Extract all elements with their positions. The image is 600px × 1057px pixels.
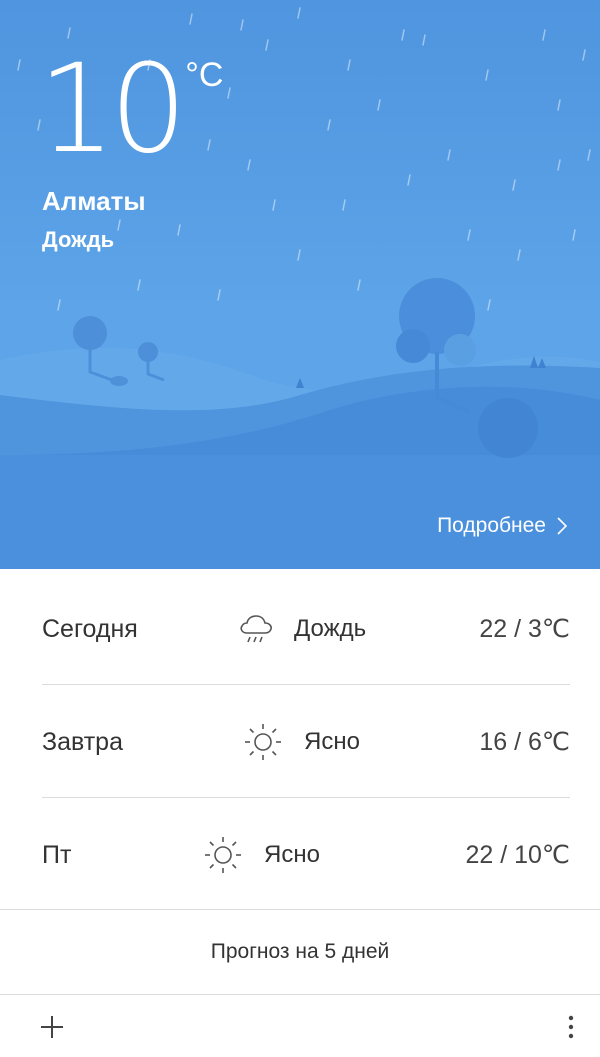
temperature-unit: °C [185, 56, 224, 94]
chevron-right-icon [557, 517, 568, 535]
weather-screen: 10 °C Алматы Дождь Подробнее Сегодня Дож… [0, 0, 600, 1057]
details-link[interactable]: Подробнее [437, 514, 568, 538]
forecast-condition-label: Дождь [294, 615, 367, 642]
row-divider [42, 797, 570, 798]
forecast-day: Завтра [42, 727, 123, 756]
details-label: Подробнее [437, 514, 546, 537]
bottom-bar [0, 995, 600, 1057]
cloud-rain-icon [240, 615, 272, 643]
forecast-day: Пт [42, 840, 72, 869]
sun-icon [205, 837, 241, 873]
forecast-temps: 16 / 6℃ [479, 728, 570, 756]
forecast-day: Сегодня [42, 614, 138, 643]
forecast-row-tomorrow[interactable]: Завтра Ясно 16 / 6℃ [42, 686, 570, 798]
forecast-row-friday[interactable]: Пт Ясно 22 / 10℃ [42, 799, 570, 911]
current-condition: Дождь [42, 227, 115, 252]
forecast-condition: Дождь [238, 613, 366, 645]
five-day-forecast-button[interactable]: Прогноз на 5 дней [0, 910, 600, 994]
forecast-condition-label: Ясно [264, 841, 320, 868]
weather-hero: 10 °C Алматы Дождь Подробнее [0, 0, 600, 569]
more-vertical-icon[interactable] [561, 1013, 581, 1041]
current-temperature: 10 °C [38, 48, 223, 170]
forecast-row-today[interactable]: Сегодня Дождь 22 / 3℃ [42, 573, 570, 685]
forecast-condition-label: Ясно [304, 728, 360, 755]
plus-icon[interactable] [38, 1013, 66, 1041]
forecast-temps: 22 / 3℃ [479, 615, 570, 643]
forecast-temps: 22 / 10℃ [465, 841, 570, 869]
city-name: Алматы [42, 186, 146, 216]
row-divider [42, 684, 570, 685]
forecast-condition: Ясно [202, 834, 320, 876]
forecast-condition: Ясно [242, 721, 360, 763]
sun-icon [245, 724, 281, 760]
temperature-value: 10 [38, 38, 187, 180]
